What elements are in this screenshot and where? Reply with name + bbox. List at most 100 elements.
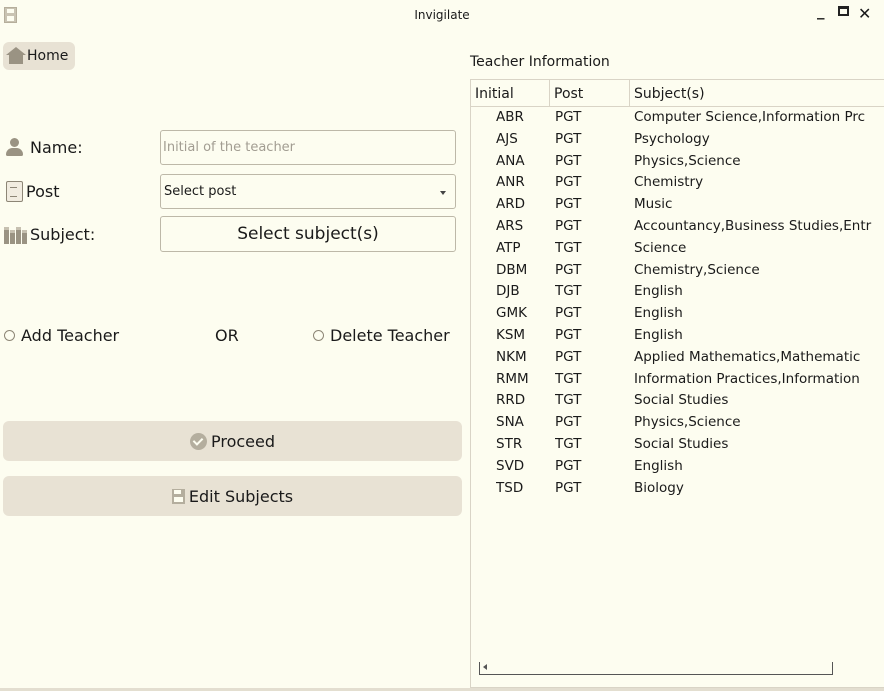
cell-initial: DBM [496, 261, 528, 278]
add-teacher-label: Add Teacher [21, 326, 120, 345]
cell-post: PGT [555, 261, 582, 278]
cell-subjects: Social Studies [634, 392, 729, 409]
table-row[interactable]: ANR PGT Chemistry [471, 173, 884, 195]
table-row[interactable]: NKM PGT Applied Mathematics,Mathematic [471, 348, 884, 370]
cell-post: PGT [555, 174, 582, 191]
post-label: Post [4, 180, 59, 202]
cell-initial: DJB [496, 283, 520, 300]
cell-post: PGT [555, 130, 582, 147]
cell-initial: KSM [496, 326, 526, 343]
radio-circle[interactable] [4, 330, 15, 341]
table-row[interactable]: ARD PGT Music [471, 195, 884, 217]
person-icon [4, 137, 28, 157]
table-row[interactable]: ABR PGT Computer Science,Information Prc [471, 108, 884, 130]
clipboard-icon [4, 180, 24, 202]
radio-circle[interactable] [313, 330, 324, 341]
cell-initial: ANR [496, 174, 525, 191]
column-header-initial[interactable]: Initial [471, 80, 549, 107]
cell-post: PGT [555, 217, 582, 234]
maximize-button[interactable] [838, 6, 849, 16]
table-body: ABR PGT Computer Science,Information Prc AJ… [471, 108, 884, 500]
select-subjects-button[interactable]: Select subject(s) [160, 216, 456, 252]
edit-subjects-label: Edit Subjects [188, 486, 294, 506]
cell-initial: ATP [496, 239, 521, 256]
cell-subjects: Accountancy,Business Studies,Entr [634, 217, 872, 234]
cell-post: PGT [555, 152, 582, 169]
table-row[interactable]: RRD TGT Social Studies [471, 391, 884, 413]
window-title: Invigilate [414, 8, 470, 22]
table-row[interactable]: STR TGT Social Studies [471, 435, 884, 457]
add-teacher-radio[interactable]: Add Teacher [4, 326, 119, 345]
check-circle-icon [189, 432, 207, 450]
cell-initial: TSD [496, 479, 524, 496]
table-row[interactable]: SNA PGT Physics,Science [471, 413, 884, 435]
cell-initial: ARS [496, 217, 524, 234]
subject-label-text: Subject: [30, 224, 96, 244]
name-label: Name: [4, 137, 83, 157]
cell-post: TGT [555, 370, 582, 387]
cell-subjects: Computer Science,Information Prc [634, 109, 866, 125]
chevron-down-icon [440, 191, 446, 195]
table-row[interactable]: ARS PGT Accountancy,Business Studies,Entr [471, 217, 884, 239]
cell-subjects: Physics,Science [634, 414, 741, 431]
cell-initial: ABR [496, 109, 524, 125]
table-row[interactable]: ANA PGT Physics,Science [471, 152, 884, 174]
cell-subjects: Biology [634, 479, 684, 496]
or-label: OR [215, 326, 239, 345]
cell-initial: AJS [496, 130, 518, 147]
cell-post: PGT [555, 348, 582, 365]
cell-post: PGT [555, 414, 582, 431]
home-icon [6, 47, 26, 65]
table-header: Initial Post Subject(s) [471, 80, 884, 107]
cell-initial: STR [496, 435, 523, 452]
cell-post: TGT [555, 283, 582, 300]
cell-initial: ARD [496, 196, 526, 213]
table-row[interactable]: ATP TGT Science [471, 239, 884, 261]
cell-post: PGT [555, 305, 582, 322]
cell-subjects: Chemistry [634, 174, 704, 191]
cell-post: TGT [555, 392, 582, 409]
proceed-label: Proceed [210, 431, 276, 451]
table-row[interactable]: RMM TGT Information Practices,Information [471, 370, 884, 392]
edit-subjects-button[interactable]: Edit Subjects [3, 476, 462, 516]
cell-initial: ANA [496, 152, 525, 169]
post-select[interactable]: Select post [160, 174, 456, 209]
cell-subjects: Music [634, 196, 673, 213]
cell-subjects: Psychology [634, 130, 710, 147]
teacher-table[interactable]: Initial Post Subject(s) ABR PGT Computer S… [470, 79, 884, 688]
cell-post: TGT [555, 435, 582, 452]
cell-initial: RMM [496, 370, 529, 387]
home-button[interactable]: Home [3, 42, 75, 70]
column-header-post[interactable]: Post [549, 80, 629, 107]
table-row[interactable]: SVD PGT English [471, 457, 884, 479]
cell-subjects: English [634, 283, 683, 300]
name-input[interactable] [160, 130, 456, 165]
table-row[interactable]: DJB TGT English [471, 282, 884, 304]
cell-subjects: Chemistry,Science [634, 261, 760, 278]
cell-initial: RRD [496, 392, 526, 409]
cell-initial: NKM [496, 348, 527, 365]
table-row[interactable]: KSM PGT English [471, 326, 884, 348]
save-icon [171, 488, 185, 504]
horizontal-scrollbar[interactable] [479, 662, 833, 675]
minimize-button[interactable]: _ [817, 2, 825, 20]
cell-initial: SNA [496, 414, 524, 431]
cell-post: PGT [555, 326, 582, 343]
column-header-subjects[interactable]: Subject(s) [629, 80, 884, 107]
cell-post: PGT [555, 109, 582, 125]
cell-subjects: Physics,Science [634, 152, 741, 169]
cell-post: PGT [555, 457, 582, 474]
cell-subjects: Science [634, 239, 687, 256]
close-button[interactable]: ✕ [858, 4, 871, 23]
table-row[interactable]: TSD PGT Biology [471, 479, 884, 501]
books-icon [4, 224, 28, 244]
delete-teacher-radio[interactable]: Delete Teacher [313, 326, 450, 345]
table-row[interactable]: DBM PGT Chemistry,Science [471, 261, 884, 283]
proceed-button[interactable]: Proceed [3, 421, 462, 461]
scroll-left-icon[interactable] [483, 664, 487, 670]
subject-label: Subject: [4, 224, 95, 244]
cell-post: PGT [555, 196, 582, 213]
table-row[interactable]: GMK PGT English [471, 304, 884, 326]
cell-subjects: Information Practices,Information [634, 370, 860, 387]
table-row[interactable]: AJS PGT Psychology [471, 130, 884, 152]
